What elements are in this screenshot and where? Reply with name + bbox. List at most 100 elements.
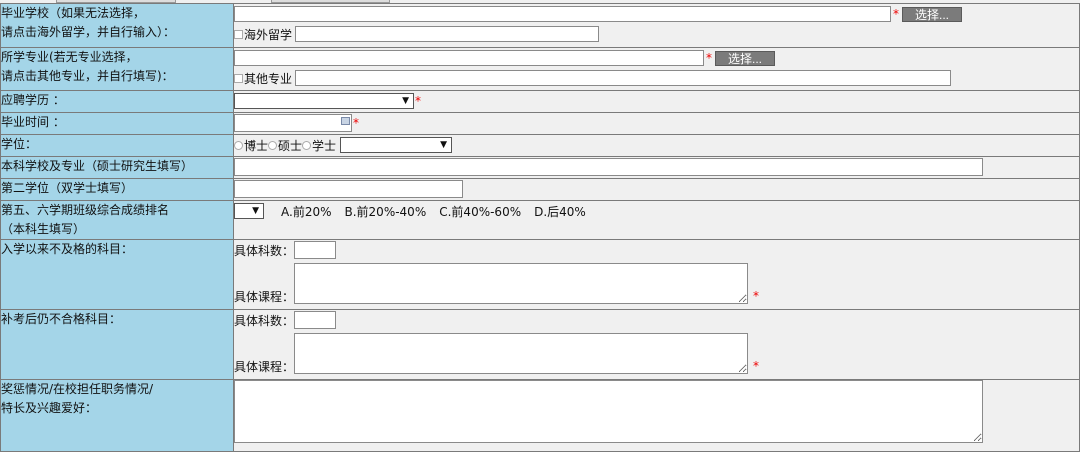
class-rank-field: ▼ A.前20% B.前20%-40% C.前40%-60% D.后40% xyxy=(233,200,1080,240)
degree-field: 博士 硕士 学士 ▼ xyxy=(233,134,1080,157)
row-major: 所学专业(若无专业选择， 请点击其他专业，并自行填写)： * 选择... 其他专… xyxy=(0,47,1080,91)
awards-label-line2: 特长及兴趣爱好： xyxy=(1,401,98,415)
overseas-checkbox[interactable] xyxy=(234,29,243,39)
major-input[interactable] xyxy=(234,50,704,66)
graduation-school-field: * 选择... 海外留学 xyxy=(233,3,1080,48)
row-undergrad-school: 本科学校及专业（硕士研究生填写） xyxy=(0,156,1080,179)
education-select[interactable]: ▼ xyxy=(234,93,414,109)
other-major-input[interactable] xyxy=(295,70,952,86)
awards-label-cell: 奖惩情况/在校担任职务情况/ 特长及兴趣爱好： xyxy=(0,379,234,452)
failed-after-retake-required-mark: * xyxy=(753,359,760,373)
major-line2: 其他专业 xyxy=(234,68,1079,88)
failed-courses-course-line: 具体课程： * xyxy=(234,260,1079,304)
failed-courses-required-mark: * xyxy=(753,289,760,303)
row-failed-after-retake: 补考后仍不合格科目： 具体科数： 具体课程： * xyxy=(0,309,1080,380)
row-graduation-time: 毕业时间 ： * xyxy=(0,112,1080,135)
major-label: 所学专业(若无专业选择， 请点击其他专业，并自行填写)： xyxy=(0,47,234,91)
row-class-rank: 第五、六学期班级综合成绩排名 （本科生填写） ▼ A.前20% B.前20%-4… xyxy=(0,200,1080,240)
chevron-down-icon: ▼ xyxy=(402,96,409,106)
second-degree-label-cell: 第二学位（双学士填写） xyxy=(0,178,234,201)
major-line1: * 选择... xyxy=(234,48,1079,68)
degree-option-doctor: 博士 xyxy=(244,138,269,153)
row-graduation-school: 毕业学校（如果无法选择， 请点击海外留学，并自行输入）： * 选择... 海外留… xyxy=(0,3,1080,48)
undergrad-school-field xyxy=(233,156,1080,179)
graduation-school-choose-button[interactable]: 选择... xyxy=(902,6,962,22)
second-degree-line xyxy=(234,179,1079,199)
graduation-time-label-cell: 毕业时间 ： xyxy=(0,112,234,135)
class-rank-label-line2: （本科生填写） xyxy=(1,222,86,236)
degree-select[interactable]: ▼ xyxy=(340,137,453,153)
major-label-line2: 请点击其他专业，并自行填写)： xyxy=(1,69,174,83)
education-label: 应聘学历 ： xyxy=(1,93,65,107)
degree-line: 博士 硕士 学士 ▼ xyxy=(234,135,1079,155)
application-form-table: 毕业学校（如果无法选择， 请点击海外留学，并自行输入）： * 选择... 海外留… xyxy=(0,3,1080,452)
chevron-down-icon: ▼ xyxy=(252,206,259,216)
degree-option-master: 硕士 xyxy=(278,138,303,153)
awards-field xyxy=(233,379,1080,452)
class-rank-choice-d: D.后40% xyxy=(534,204,586,219)
class-rank-select[interactable]: ▼ xyxy=(234,203,264,219)
graduation-time-line: * xyxy=(234,113,1079,133)
graduation-school-label-line1: 毕业学校（如果无法选择， xyxy=(1,6,146,20)
education-line: ▼ * xyxy=(234,91,1079,111)
awards-label-line1: 奖惩情况/在校担任职务情况/ xyxy=(1,382,154,396)
undergrad-school-label: 本科学校及专业（硕士研究生填写） xyxy=(1,159,194,173)
failed-courses-count-label: 具体科数： xyxy=(234,243,295,258)
class-rank-choice-b: B.前20%-40% xyxy=(344,204,427,219)
other-major-checkbox[interactable] xyxy=(234,73,243,83)
failed-courses-count-input[interactable] xyxy=(294,241,337,259)
failed-after-retake-label-cell: 补考后仍不合格科目： xyxy=(0,309,234,380)
major-choose-button[interactable]: 选择... xyxy=(715,50,775,66)
degree-radio-bachelor[interactable] xyxy=(302,140,312,150)
second-degree-input[interactable] xyxy=(234,180,463,198)
row-education: 应聘学历 ： ▼ * xyxy=(0,90,1080,113)
graduation-school-label: 毕业学校（如果无法选择， 请点击海外留学，并自行输入）： xyxy=(0,3,234,48)
failed-after-retake-count-input[interactable] xyxy=(294,311,337,329)
class-rank-label-line1: 第五、六学期班级综合成绩排名 xyxy=(1,203,170,217)
failed-courses-field: 具体科数： 具体课程： * xyxy=(233,239,1080,310)
second-degree-field xyxy=(233,178,1080,201)
degree-option-bachelor: 学士 xyxy=(312,138,337,153)
failed-after-retake-count-label: 具体科数： xyxy=(234,313,295,328)
chevron-down-icon: ▼ xyxy=(440,140,448,150)
major-required-mark: * xyxy=(706,51,712,65)
failed-after-retake-course-label: 具体课程： xyxy=(234,360,295,374)
education-label-cell: 应聘学历 ： xyxy=(0,90,234,113)
awards-textarea[interactable] xyxy=(234,380,983,443)
undergrad-school-input[interactable] xyxy=(234,158,983,176)
education-field: ▼ * xyxy=(233,90,1080,113)
class-rank-line: ▼ A.前20% B.前20%-40% C.前40%-60% D.后40% xyxy=(234,201,1079,221)
row-second-degree: 第二学位（双学士填写） xyxy=(0,178,1080,201)
graduation-time-required-mark: * xyxy=(353,116,359,130)
undergrad-school-label-cell: 本科学校及专业（硕士研究生填写） xyxy=(0,156,234,179)
graduation-school-input[interactable] xyxy=(234,6,891,22)
overseas-checkbox-label: 海外留学 xyxy=(244,27,293,42)
education-required-mark: * xyxy=(415,94,421,108)
graduation-school-line1: * 选择... xyxy=(234,4,1079,24)
graduation-time-input[interactable] xyxy=(234,114,352,132)
failed-courses-label-cell: 入学以来不及格的科目： xyxy=(0,239,234,310)
class-rank-choice-a: A.前20% xyxy=(281,204,332,219)
graduation-school-line2: 海外留学 xyxy=(234,24,1079,44)
failed-after-retake-field: 具体科数： 具体课程： * xyxy=(233,309,1080,380)
failed-after-retake-course-line: 具体课程： * xyxy=(234,330,1079,374)
degree-radio-master[interactable] xyxy=(268,140,278,150)
graduation-time-picker[interactable] xyxy=(234,114,352,132)
failed-courses-textarea[interactable] xyxy=(294,263,749,304)
graduation-time-field: * xyxy=(233,112,1080,135)
row-failed-courses: 入学以来不及格的科目： 具体科数： 具体课程： * xyxy=(0,239,1080,310)
major-field: * 选择... 其他专业 xyxy=(233,47,1080,91)
row-awards: 奖惩情况/在校担任职务情况/ 特长及兴趣爱好： xyxy=(0,379,1080,452)
calendar-icon[interactable] xyxy=(341,117,350,125)
failed-courses-count-line: 具体科数： xyxy=(234,240,1079,260)
other-major-checkbox-label: 其他专业 xyxy=(244,71,293,86)
major-label-line1: 所学专业(若无专业选择， xyxy=(1,50,138,64)
degree-label: 学位： xyxy=(1,137,38,151)
failed-courses-course-label: 具体课程： xyxy=(234,290,295,304)
failed-courses-label: 入学以来不及格的科目： xyxy=(1,242,134,256)
overseas-school-input[interactable] xyxy=(295,26,600,42)
row-degree: 学位： 博士 硕士 学士 ▼ xyxy=(0,134,1080,157)
failed-after-retake-textarea[interactable] xyxy=(294,333,749,374)
degree-radio-doctor[interactable] xyxy=(234,140,243,150)
failed-after-retake-count-line: 具体科数： xyxy=(234,310,1079,330)
